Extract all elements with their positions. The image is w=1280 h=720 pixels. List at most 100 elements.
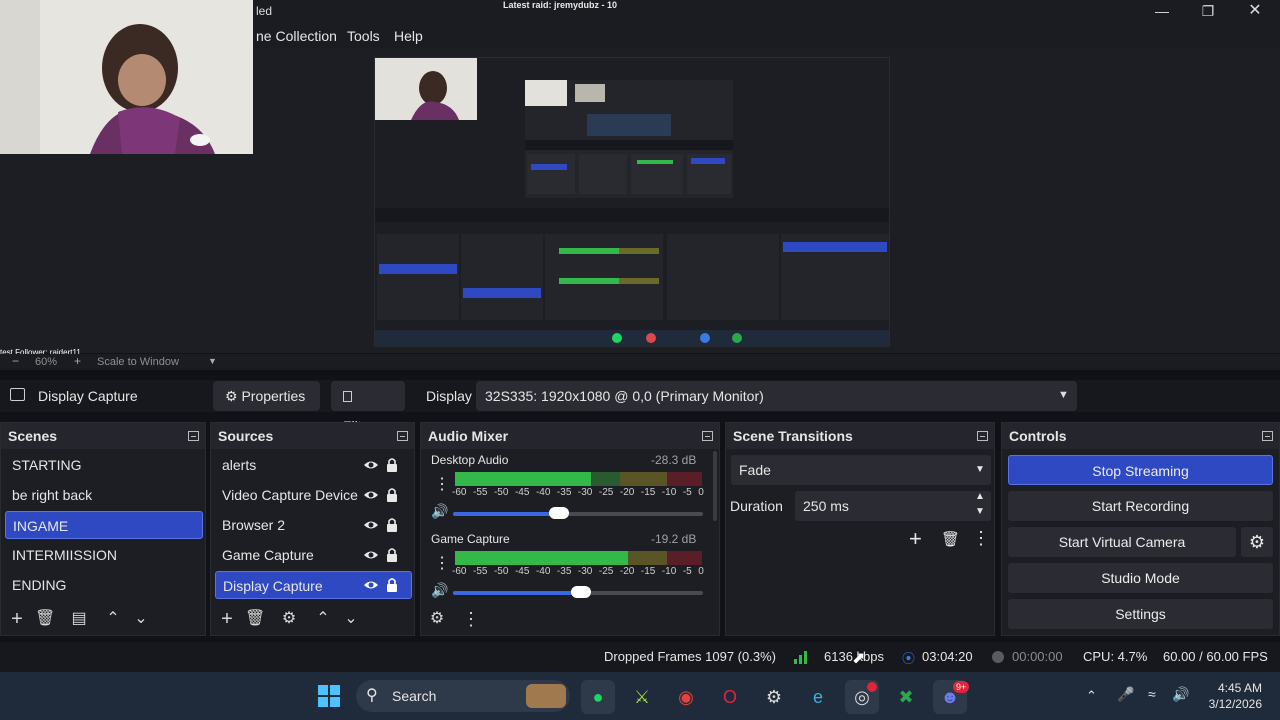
audio-channel-db: -19.2 dB	[651, 532, 697, 546]
undock-icon[interactable]	[702, 431, 713, 441]
eye-icon	[364, 521, 378, 529]
trash-icon[interactable]: 🗑	[941, 530, 960, 548]
chrome-icon[interactable]: ◉	[669, 680, 703, 714]
volume-fill	[453, 512, 551, 516]
speaker-icon[interactable]: 🔊	[431, 503, 448, 520]
more-icon[interactable]: ⋮	[434, 553, 450, 573]
chevron-up-icon[interactable]: ▲	[975, 491, 985, 502]
steam-icon[interactable]: ⚙	[757, 680, 791, 714]
undock-icon[interactable]	[1262, 431, 1273, 441]
close-icon[interactable]: ✕	[1232, 0, 1278, 24]
more-icon[interactable]: ⋮	[461, 609, 481, 629]
undock-icon[interactable]	[188, 431, 199, 441]
current-source-name: Display Capture	[38, 388, 138, 404]
start-recording-button[interactable]: Start Recording	[1008, 491, 1273, 521]
more-icon[interactable]: ⋮	[972, 528, 990, 549]
edge-icon[interactable]: e	[801, 680, 835, 714]
more-icon[interactable]: ⋮	[434, 474, 450, 494]
chevron-down-icon[interactable]: ▼	[1058, 389, 1069, 401]
restore-icon[interactable]: ❐	[1185, 0, 1231, 24]
transition-select[interactable]: Fade	[731, 455, 991, 485]
scene-item[interactable]: be right back	[5, 481, 203, 509]
meter-level	[455, 472, 591, 479]
taskbar-search[interactable]: ⚲ Search	[356, 680, 570, 712]
filter-icon[interactable]: ▤	[69, 609, 89, 629]
scene-item[interactable]: INTERMIISSION	[5, 541, 203, 569]
gear-icon[interactable]: ⚙	[279, 609, 299, 629]
scene-item-active[interactable]: INGAME	[5, 511, 203, 539]
display-select[interactable]: 32S335: 1920x1080 @ 0,0 (Primary Monitor…	[476, 381, 1077, 411]
xbox-icon[interactable]: ✖	[889, 680, 923, 714]
properties-button[interactable]: ⚙ Properties	[213, 381, 320, 411]
volume-knob[interactable]	[548, 507, 569, 519]
volume-icon[interactable]: 🔊	[1172, 686, 1189, 703]
undock-icon[interactable]	[977, 431, 988, 441]
gear-icon[interactable]: ⚙	[427, 609, 447, 629]
menu-scene-collection[interactable]: ne Collection	[256, 28, 337, 44]
undock-icon[interactable]	[397, 431, 408, 441]
chevron-up-icon[interactable]: ⌃	[103, 609, 123, 629]
trash-icon[interactable]: 🗑	[35, 609, 55, 629]
add-icon[interactable]: +	[909, 526, 922, 552]
lock-icon	[387, 488, 397, 502]
razer-icon[interactable]: ⚔	[625, 680, 659, 714]
chevron-down-icon[interactable]: ⌄	[341, 609, 361, 629]
signal-icon	[794, 651, 807, 664]
settings-button[interactable]: Settings	[1008, 599, 1273, 629]
menu-help[interactable]: Help	[394, 28, 423, 44]
zoom-in-button[interactable]: +	[74, 354, 81, 368]
trash-icon[interactable]: 🗑	[245, 609, 265, 629]
sources-dock: Sources alerts Video Capture Device Brow…	[210, 422, 415, 636]
duration-label: Duration	[730, 498, 783, 514]
meter-level	[455, 558, 628, 565]
spotify-icon[interactable]: ●	[581, 680, 615, 714]
menu-tools[interactable]: Tools	[347, 28, 380, 44]
audio-meter	[455, 472, 702, 486]
chevron-down-icon[interactable]: ⌄	[131, 609, 151, 629]
windows-start-icon[interactable]	[317, 684, 341, 708]
start-virtual-camera-button[interactable]: Start Virtual Camera	[1008, 527, 1236, 557]
stop-streaming-button[interactable]: Stop Streaming	[1008, 455, 1273, 485]
clock-time[interactable]: 4:45 AM	[1214, 681, 1262, 695]
dropped-frames: Dropped Frames 1097 (0.3%)	[604, 649, 776, 664]
volume-slider[interactable]	[453, 507, 703, 519]
filter-icon	[343, 391, 352, 402]
filters-button[interactable]: Filters	[331, 381, 405, 434]
audio-meter	[455, 551, 702, 565]
zoom-out-button[interactable]: −	[12, 354, 19, 368]
zoom-level: 60%	[35, 356, 58, 368]
minimize-icon[interactable]: —	[1139, 0, 1185, 24]
volume-knob[interactable]	[571, 586, 591, 598]
duration-spinbox[interactable]: 250 ms	[795, 491, 991, 521]
chevron-down-icon[interactable]: ▼	[975, 464, 985, 475]
scrollbar[interactable]	[713, 451, 717, 521]
virtual-camera-settings-gear-icon[interactable]: ⚙	[1241, 527, 1273, 557]
wifi-icon[interactable]: ≈	[1148, 686, 1156, 702]
opera-gx-icon[interactable]: O	[713, 680, 747, 714]
add-icon[interactable]: +	[217, 609, 237, 629]
canvas-preview[interactable]	[374, 57, 890, 347]
chevron-down-icon[interactable]: ▼	[208, 356, 217, 366]
visibility-lock-icons	[364, 458, 397, 592]
lock-icon	[387, 518, 397, 532]
chevron-up-icon[interactable]: ⌃	[1086, 688, 1097, 704]
scene-item[interactable]: STARTING	[5, 451, 203, 479]
audio-channel-name: Game Capture	[431, 532, 510, 546]
meter-level	[455, 479, 591, 486]
clock-date[interactable]: 3/12/2026	[1202, 697, 1262, 711]
scene-transitions-title: Scene Transitions	[726, 423, 994, 449]
microphone-icon[interactable]: 🎤	[1117, 686, 1134, 703]
eye-icon	[364, 491, 378, 499]
eye-icon	[364, 581, 378, 589]
add-icon[interactable]: +	[7, 609, 27, 629]
studio-mode-button[interactable]: Studio Mode	[1008, 563, 1273, 593]
volume-slider[interactable]	[453, 586, 703, 598]
scene-item[interactable]: ENDING	[5, 571, 203, 599]
scale-mode-select[interactable]: Scale to Window	[97, 356, 179, 368]
speaker-icon[interactable]: 🔊	[431, 582, 448, 599]
lock-icon	[387, 548, 397, 562]
fps: 60.00 / 60.00 FPS	[1163, 649, 1268, 664]
chevron-down-icon[interactable]: ▼	[975, 506, 985, 517]
chevron-up-icon[interactable]: ⌃	[313, 609, 333, 629]
audio-channel-name: Desktop Audio	[431, 453, 509, 467]
